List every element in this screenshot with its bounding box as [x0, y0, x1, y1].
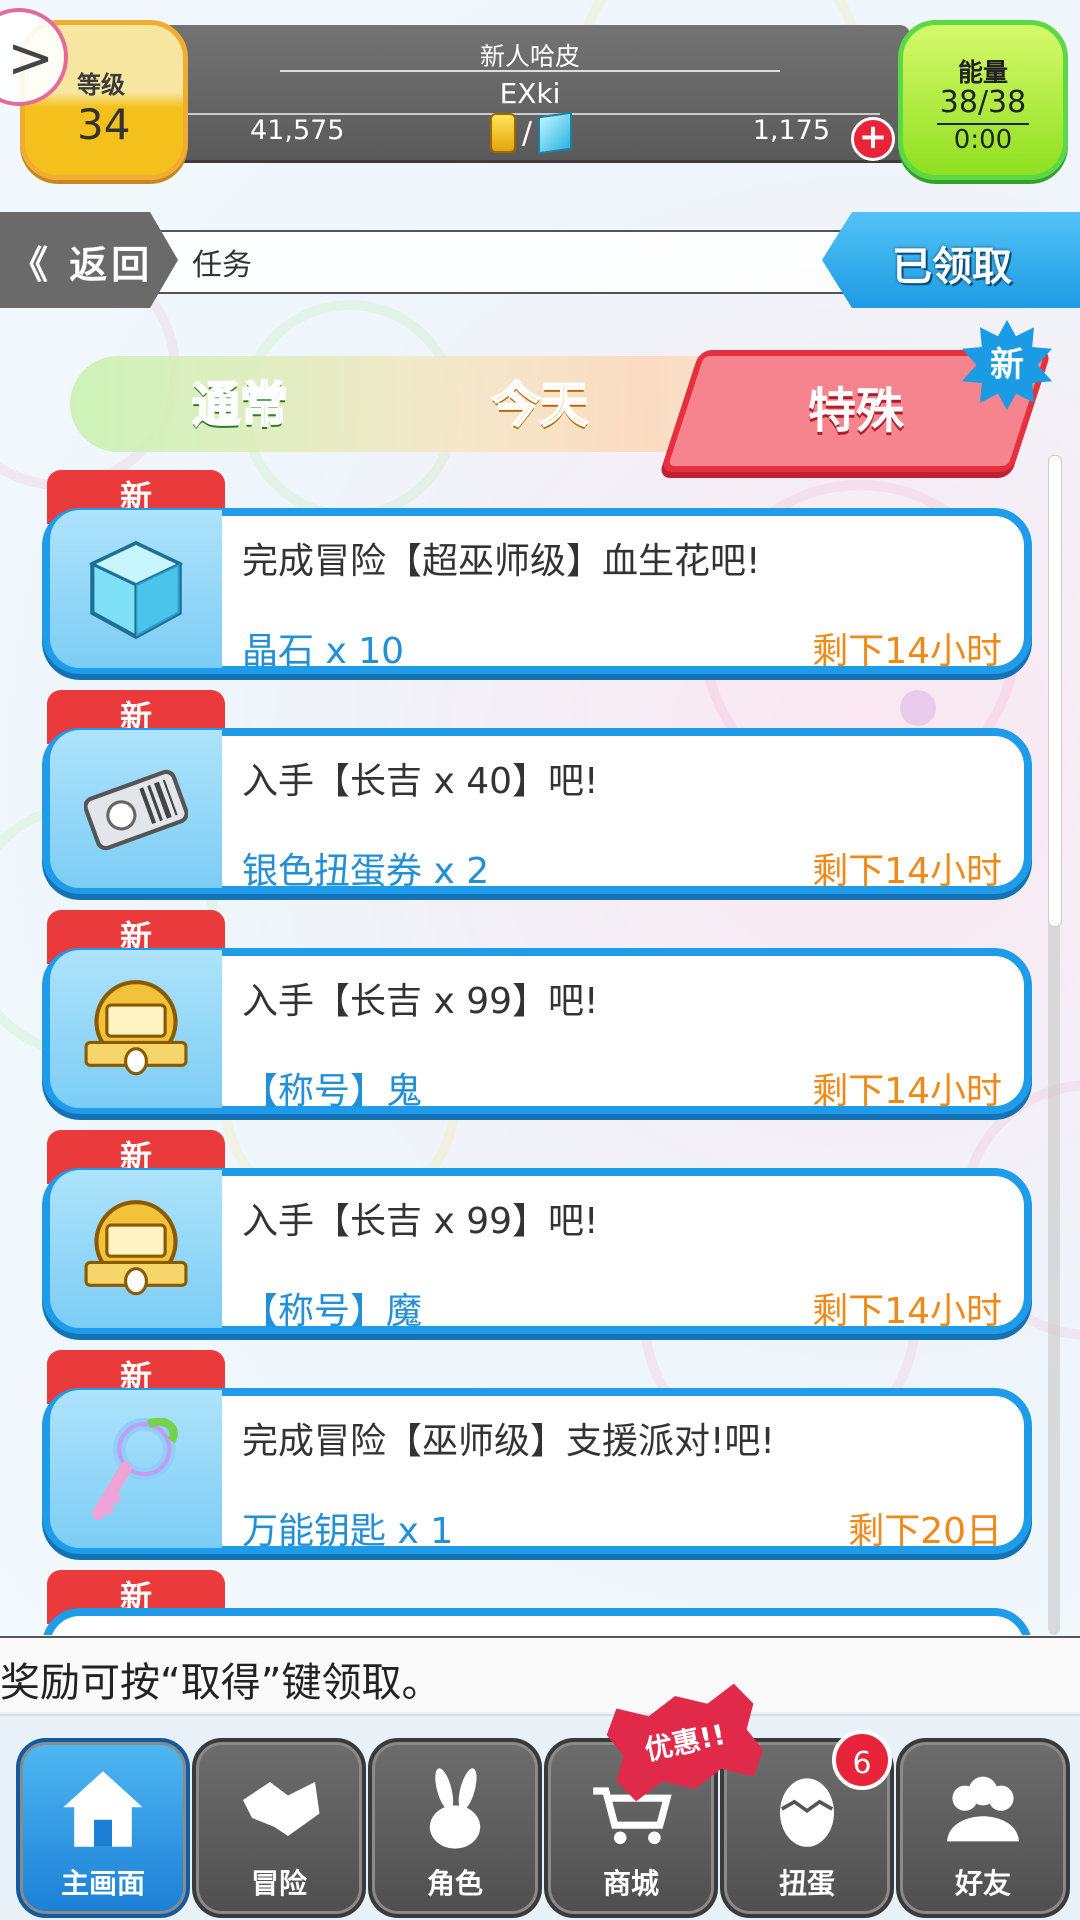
player-title: 新人哈皮 — [479, 42, 580, 71]
player-id: EXki — [499, 77, 561, 110]
mission-reward: 【称号】魔 — [242, 1291, 423, 1332]
top-status-bar: 新人哈皮 EXki 41,575 / 1,175 + 等级 34 > 能量 38… — [0, 0, 1080, 185]
tab-normal[interactable]: 通常 — [130, 350, 350, 460]
silver-gacha-ticket-icon — [84, 769, 188, 851]
nav-home[interactable]: 主画面 — [16, 1738, 190, 1918]
gold-amount: 41,575 — [250, 115, 345, 146]
nav-adventure[interactable]: 冒险 — [192, 1738, 366, 1918]
back-button[interactable]: 《 返回 — [0, 212, 178, 308]
nav-gacha-label: 扭蛋 — [778, 1867, 835, 1900]
mission-item[interactable]: 新 完成冒险【巫师级】支援派对!吧! 万能钥匙 x 1 剩下20日 — [42, 1350, 1032, 1560]
mission-item[interactable]: 新 — [42, 1570, 1032, 1635]
mission-remaining: 剩下14小时 — [812, 1071, 1002, 1112]
nav-character-label: 角色 — [426, 1867, 483, 1900]
bottom-navigation: 主画面 冒险 角色 商城 扭蛋 好友 — [0, 1712, 1080, 1920]
energy-panel[interactable]: 能量 38/38 0:00 — [898, 20, 1068, 180]
level-value: 34 — [77, 100, 131, 149]
mission-remaining: 剩下14小时 — [812, 851, 1002, 892]
crystal-gem-icon — [88, 540, 184, 640]
gacha-count-badge: 6 — [832, 1730, 892, 1790]
mission-item[interactable]: 新 入手【长吉 x 99】吧! 【称号】鬼 剩下14小时 — [42, 910, 1032, 1120]
mission-remaining: 剩下20日 — [848, 1511, 1002, 1552]
nav-friends-label: 好友 — [954, 1867, 1011, 1900]
energy-timer: 0:00 — [953, 125, 1013, 155]
title-badge-icon — [84, 1200, 188, 1296]
mission-remaining: 剩下14小时 — [812, 631, 1002, 672]
mission-title: 完成冒险【超巫师级】血生花吧! — [242, 541, 761, 582]
title-badge-icon — [84, 980, 188, 1076]
mission-tabs: 通常 今天 特殊 — [70, 350, 1052, 472]
mission-reward: 【称号】鬼 — [242, 1071, 423, 1112]
hint-bar: 奖励可按“取得”键领取。 — [0, 1636, 1080, 1716]
nav-home-label: 主画面 — [60, 1867, 145, 1900]
claimed-button-label: 已领取 — [892, 244, 1012, 290]
mission-reward: 万能钥匙 x 1 — [242, 1511, 454, 1552]
mission-title: 入手【长吉 x 99】吧! — [242, 981, 599, 1022]
list-scroll-thumb[interactable] — [1048, 455, 1062, 927]
nav-shop-label: 商城 — [602, 1867, 659, 1900]
home-icon — [63, 1771, 143, 1847]
energy-label: 能量 — [957, 58, 1008, 87]
rabbit-icon — [429, 1768, 481, 1849]
mission-reward: 晶石 x 10 — [242, 631, 405, 672]
player-info-panel: 新人哈皮 EXki 41,575 / 1,175 + — [150, 25, 910, 161]
page-title: 任务 — [192, 248, 252, 283]
mission-card[interactable] — [42, 1608, 1032, 1635]
add-currency-button[interactable]: + — [851, 117, 895, 161]
back-button-label: 《 返回 — [10, 243, 154, 287]
handshake-icon — [243, 1782, 320, 1836]
nav-friends[interactable]: 好友 — [896, 1738, 1070, 1918]
nav-character[interactable]: 角色 — [368, 1738, 542, 1918]
mission-list[interactable]: 新 完成冒险【超巫师级】血生花吧! 晶石 x 10 剩下14小时 新 入手【长吉… — [0, 470, 1080, 1635]
mission-item[interactable]: 新 完成冒险【超巫师级】血生花吧! 晶石 x 10 剩下14小时 — [42, 470, 1032, 680]
tab-special-label: 特殊 — [807, 383, 904, 439]
mission-title: 入手【长吉 x 99】吧! — [242, 1201, 599, 1242]
mission-remaining: 剩下14小时 — [812, 1291, 1002, 1332]
tab-today[interactable]: 今天 — [430, 350, 650, 460]
level-label: 等级 — [77, 71, 125, 99]
mission-title: 完成冒险【巫师级】支援派对!吧! — [242, 1421, 775, 1462]
gem-amount: 1,175 — [752, 115, 830, 146]
energy-value: 38/38 — [939, 85, 1027, 120]
nav-adventure-label: 冒险 — [250, 1867, 307, 1900]
mission-item[interactable]: 新 入手【长吉 x 40】吧! 银色扭蛋券 x 2 剩下14小时 — [42, 690, 1032, 900]
mission-reward: 银色扭蛋券 x 2 — [242, 851, 490, 892]
currency-separator: / — [522, 115, 533, 151]
hint-text: 奖励可按“取得”键领取。 — [0, 1660, 442, 1706]
gem-icon — [538, 111, 573, 155]
master-key-icon — [92, 1418, 178, 1520]
claimed-button[interactable]: 已领取 — [822, 212, 1080, 308]
coin-icon — [490, 113, 516, 153]
mission-item[interactable]: 新 入手【长吉 x 99】吧! 【称号】魔 剩下14小时 — [42, 1130, 1032, 1340]
mission-title: 入手【长吉 x 40】吧! — [242, 761, 599, 802]
friends-icon — [947, 1776, 1019, 1842]
